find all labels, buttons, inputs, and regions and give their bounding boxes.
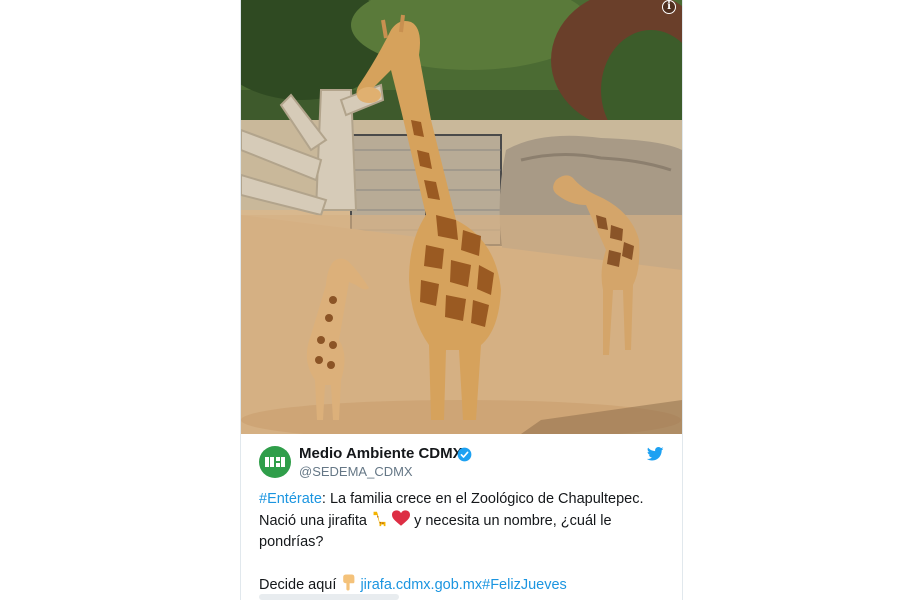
author-handle[interactable]: @SEDEMA_CDMX xyxy=(299,464,413,479)
cdmx-logo-icon xyxy=(265,457,285,467)
jirafa-link[interactable]: jirafa.cdmx.gob.mx xyxy=(360,577,482,593)
tweet-line-2-start: Nació una jirafita xyxy=(259,513,367,529)
red-heart-emoji xyxy=(392,510,411,526)
tweet-line-1-text: : La familia crece en el Zoológico de Ch… xyxy=(321,491,644,507)
tweet-header: Medio Ambiente CDMX @SEDEMA_CDMX xyxy=(241,434,682,494)
embedded-tweet-card: i Medio Ambiente CDMX @SEDEMA_CDMX #Enté… xyxy=(240,0,683,600)
backhand-index-pointing-down-emoji xyxy=(343,574,355,591)
giraffes-photo-illustration xyxy=(241,0,682,434)
hashtag-enterate[interactable]: #Entérate xyxy=(259,491,322,507)
tweet-line-3: pondrías? xyxy=(259,534,324,550)
tweet-line-2: Nació una jirafita y necesita un nombre,… xyxy=(259,510,669,532)
giraffe-emoji xyxy=(373,511,386,527)
tweet-line-4: Decide aquí jirafa.cdmx.gob.mx#FelizJuev… xyxy=(259,574,669,596)
verified-badge-icon xyxy=(457,447,472,462)
info-icon[interactable]: i xyxy=(662,0,676,14)
hashtag-feliz-jueves[interactable]: #FelizJueves xyxy=(482,577,567,593)
tweet-text: #Entérate: La familia crece en el Zoológ… xyxy=(259,489,669,596)
tweet-line-4-start: Decide aquí xyxy=(259,577,337,593)
author-name[interactable]: Medio Ambiente CDMX xyxy=(299,445,463,462)
tweet-line-2-end: y necesita un nombre, ¿cuál le xyxy=(414,513,612,529)
tweet-photo[interactable]: i xyxy=(241,0,682,434)
tweet-actions-row-partial xyxy=(259,594,399,600)
twitter-bird-icon[interactable] xyxy=(647,447,664,461)
author-avatar[interactable] xyxy=(259,446,291,478)
tweet-line-1: #Entérate: La familia crece en el Zoológ… xyxy=(259,489,669,510)
